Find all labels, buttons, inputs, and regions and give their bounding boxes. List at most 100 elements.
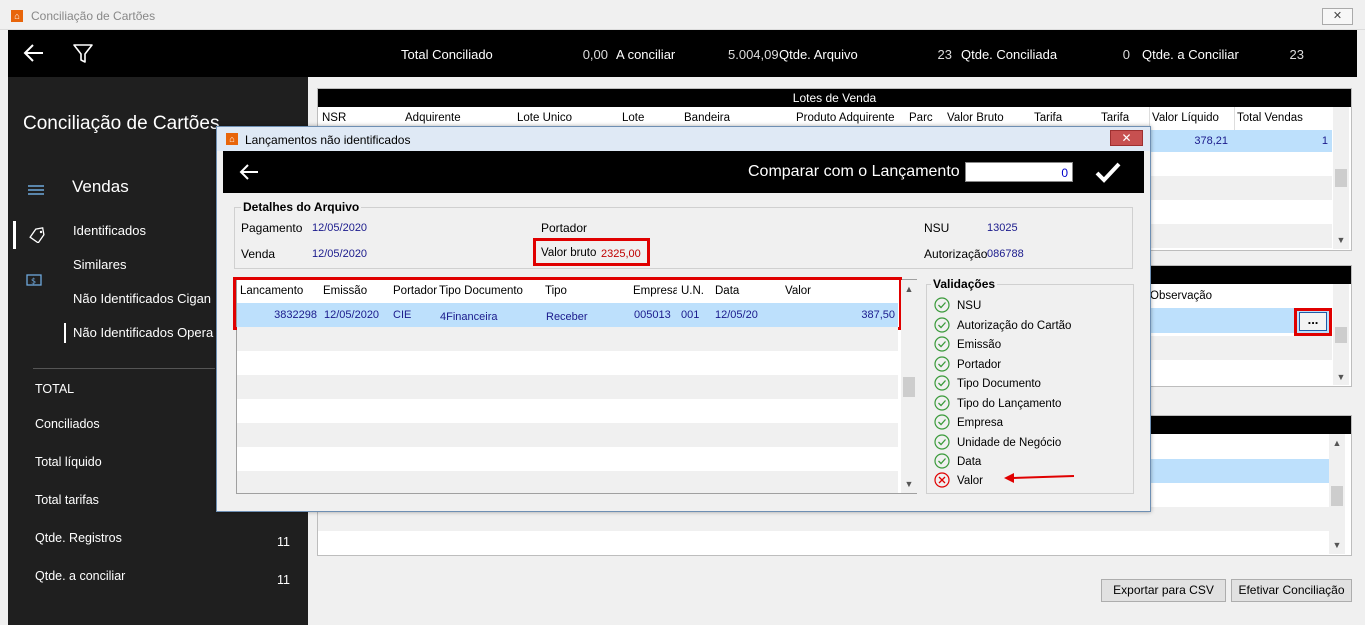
- validacao-label: Unidade de Negócio: [957, 437, 1062, 449]
- lotes-scroll-thumb[interactable]: [1335, 169, 1347, 187]
- validacoes-legend: Validações: [931, 277, 998, 291]
- grid-col-empresa[interactable]: Empresa: [633, 285, 677, 297]
- compare-input[interactable]: 0: [965, 162, 1073, 182]
- sub-selection-indicator: [64, 323, 66, 343]
- lancamento-row[interactable]: [237, 423, 898, 447]
- qtde-a-conciliar-value: 23: [1289, 47, 1304, 62]
- exportar-csv-button[interactable]: Exportar para CSV: [1101, 579, 1226, 602]
- lotes-grid-title: Lotes de Venda: [318, 89, 1351, 107]
- middle-row[interactable]: [1149, 336, 1332, 360]
- lancamento-row[interactable]: [237, 375, 898, 399]
- lotes-col-adquirente[interactable]: Adquirente: [405, 112, 505, 124]
- card-money-icon[interactable]: $: [26, 273, 44, 287]
- grid-col-tipo[interactable]: Tipo: [545, 285, 631, 297]
- lotes-scrollbar[interactable]: ▼: [1333, 107, 1349, 249]
- validacao-label: NSU: [957, 300, 982, 312]
- sidebar-item-nao-identificados-cigan[interactable]: Não Identificados Cigan: [73, 291, 211, 306]
- total-tarifas-label: Total tarifas: [35, 493, 99, 507]
- lotes-col-produto-adquirente[interactable]: Produto Adquirente: [796, 112, 901, 124]
- lotes-col-parc[interactable]: Parc: [909, 112, 939, 124]
- cell-tipo: Receber: [546, 311, 588, 323]
- lotes-col-lote[interactable]: Lote: [622, 112, 672, 124]
- hamburger-menu-icon[interactable]: [28, 185, 44, 195]
- cell-tipo-documento: 4Financeira: [440, 311, 498, 323]
- sidebar-title: Conciliação de Cartões: [23, 113, 220, 134]
- grid-col-un[interactable]: U.N.: [681, 285, 711, 297]
- bottom-scrollbar[interactable]: ▲ ▼: [1329, 434, 1345, 554]
- lancamentos-scrollbar[interactable]: ▲ ▼: [901, 280, 917, 493]
- lotes-col-tarifa[interactable]: Tarifa: [1034, 112, 1094, 124]
- dialog-toolbar: Comparar com o Lançamento 0: [223, 151, 1144, 193]
- autorizacao-label: Autorização: [924, 247, 988, 261]
- filter-icon[interactable]: [70, 40, 96, 66]
- confirm-check-icon[interactable]: [1093, 159, 1123, 185]
- lotes-col-valor-liquido[interactable]: Valor Líquido: [1152, 112, 1232, 124]
- lotes-col-bandeira[interactable]: Bandeira: [684, 112, 784, 124]
- lotes-col-lote-unico[interactable]: Lote Único: [517, 112, 607, 124]
- dialog-close-button[interactable]: ✕: [1110, 130, 1143, 146]
- cell-lancamento: 3832298: [274, 309, 317, 321]
- lancamento-row[interactable]: [237, 327, 898, 351]
- grid-col-emissao[interactable]: Emissão: [323, 285, 387, 297]
- check-circle-icon: [934, 356, 950, 372]
- lotes-row[interactable]: [1149, 176, 1332, 200]
- cell-emissao: 12/05/2020: [324, 309, 380, 321]
- window-close-button[interactable]: ✕: [1322, 8, 1353, 25]
- check-circle-icon: [934, 375, 950, 391]
- grid-col-lancamento[interactable]: Lancamento: [240, 285, 318, 297]
- a-conciliar-value: 5.004,09: [728, 47, 779, 62]
- lotes-col-nsr[interactable]: NSR: [322, 112, 392, 124]
- pagamento-label: Pagamento: [241, 221, 303, 235]
- lotes-col-valor-bruto[interactable]: Valor Bruto: [947, 112, 1027, 124]
- selection-indicator: [13, 221, 16, 249]
- middle-scrollbar[interactable]: ▼: [1333, 284, 1349, 385]
- lancamentos-dialog: ⌂ Lançamentos não identificados ✕ Compar…: [216, 126, 1151, 512]
- lotes-col-tarifa-2[interactable]: Tarifa: [1101, 112, 1147, 124]
- autorizacao-value: 086788: [987, 248, 1024, 260]
- grid-col-tipo-documento[interactable]: Tipo Documento: [439, 285, 541, 297]
- middle-scroll-thumb[interactable]: [1335, 327, 1347, 343]
- sidebar-item-nao-identificados-opera[interactable]: Não Identificados Opera: [73, 325, 213, 340]
- check-circle-icon: [934, 434, 950, 450]
- cell-empresa: 005013: [634, 309, 671, 321]
- bottom-scroll-thumb[interactable]: [1331, 486, 1343, 506]
- scroll-down-icon[interactable]: ▼: [1333, 370, 1349, 384]
- venda-label: Venda: [241, 247, 276, 261]
- middle-col-observacao[interactable]: Observação: [1150, 290, 1290, 302]
- app-logo-icon: ⌂: [226, 133, 238, 145]
- lancamento-row[interactable]: [237, 471, 898, 493]
- col-divider: [1234, 107, 1235, 130]
- top-bar: Total Conciliado 0,00 A conciliar 5.004,…: [8, 30, 1357, 77]
- total-conciliado-label: Total Conciliado: [401, 47, 493, 62]
- validacao-label: Valor: [957, 475, 983, 487]
- validacao-label: Tipo Documento: [957, 378, 1041, 390]
- tag-icon[interactable]: [28, 227, 46, 243]
- scroll-down-icon[interactable]: ▼: [1329, 538, 1345, 552]
- scroll-down-icon[interactable]: ▼: [1333, 233, 1349, 247]
- cell-data: 12/05/20: [715, 309, 758, 321]
- grid-col-valor[interactable]: Valor: [785, 285, 895, 297]
- total-conciliado-value: 0,00: [582, 47, 608, 62]
- ellipsis-button[interactable]: ...: [1299, 312, 1327, 331]
- scroll-down-icon[interactable]: ▼: [901, 477, 917, 491]
- efetivar-conciliacao-button[interactable]: Efetivar Conciliação: [1231, 579, 1352, 602]
- sidebar-divider: [33, 368, 215, 369]
- qtde-a-conciliar-label: Qtde. a Conciliar: [1142, 47, 1239, 62]
- back-arrow-icon[interactable]: [21, 40, 47, 66]
- sidebar-section-vendas[interactable]: Vendas: [72, 177, 129, 197]
- dialog-titlebar: ⌂ Lançamentos não identificados ✕: [217, 127, 1150, 151]
- back-arrow-icon[interactable]: [237, 161, 261, 183]
- cell-valor: 387,50: [861, 309, 895, 321]
- scroll-up-icon[interactable]: ▲: [1329, 436, 1345, 450]
- venda-value: 12/05/2020: [312, 248, 368, 260]
- grid-col-portador[interactable]: Portador: [393, 285, 437, 297]
- sidebar-item-similares[interactable]: Similares: [73, 257, 126, 272]
- scroll-up-icon[interactable]: ▲: [901, 282, 917, 296]
- grid-col-data[interactable]: Data: [715, 285, 781, 297]
- lotes-row[interactable]: [1149, 224, 1332, 248]
- check-circle-icon: [934, 297, 950, 313]
- lotes-col-total-vendas[interactable]: Total Vendas: [1237, 112, 1327, 124]
- lancamentos-scroll-thumb[interactable]: [903, 377, 915, 397]
- bottom-selected-row[interactable]: [1149, 459, 1329, 483]
- sidebar-item-identificados[interactable]: Identificados: [73, 223, 146, 238]
